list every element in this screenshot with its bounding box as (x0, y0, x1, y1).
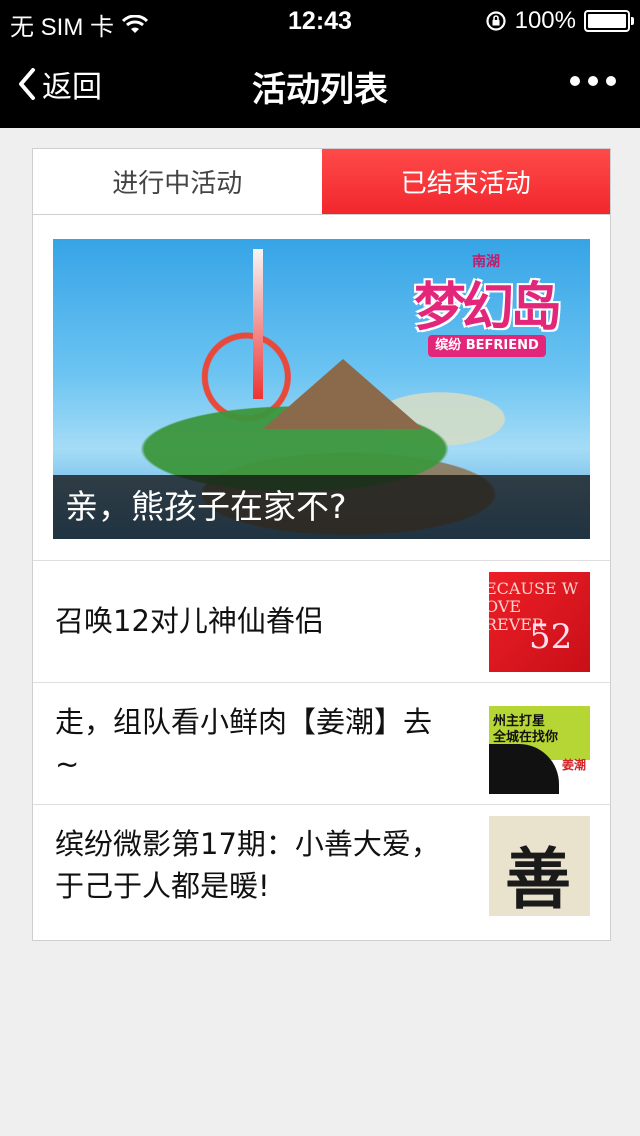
status-right: 100% (485, 7, 634, 35)
event-thumbnail: 州主打星 全城在找你 姜潮 (489, 694, 590, 794)
tab-bar: 进行中活动 已结束活动 (33, 149, 610, 215)
logo-main-text: 梦幻岛 (413, 278, 562, 338)
status-bar: 无 SIM 卡 12:43 100% (0, 0, 640, 41)
more-menu-button[interactable] (570, 76, 616, 86)
battery-percent: 100% (514, 7, 576, 34)
event-title: 缤纷微影第17期：小善大爱，于己于人都是暖! (55, 827, 440, 903)
dream-island-logo: 南湖 梦幻岛 缤纷 BEFRIEND (406, 249, 566, 359)
more-dots-icon (570, 76, 580, 86)
event-title: 召唤12对儿神仙眷侣 (55, 604, 324, 638)
event-row[interactable]: 缤纷微影第17期：小善大爱，于己于人都是暖! 善 (33, 804, 610, 925)
ride-tower-shape (253, 249, 263, 399)
event-row[interactable]: 召唤12对儿神仙眷侣 ECAUSE W OVE REVER 52 (33, 560, 610, 681)
pyramid-shape (263, 359, 423, 429)
tab-ended-events[interactable]: 已结束活动 (321, 149, 610, 214)
back-label: 返回 (42, 70, 102, 105)
event-row[interactable]: 走，组队看小鲜肉【姜潮】去~ 州主打星 全城在找你 姜潮 (33, 682, 610, 803)
event-title: 走，组队看小鲜肉【姜潮】去~ (55, 705, 433, 781)
event-list-panel: 进行中活动 已结束活动 南湖 梦幻岛 缤纷 BEFRIEND 亲，熊孩子在家不?… (32, 148, 611, 941)
tab-ongoing-events[interactable]: 进行中活动 (33, 149, 322, 214)
event-thumbnail: 善 (489, 816, 590, 916)
featured-event-caption: 亲，熊孩子在家不? (53, 475, 590, 539)
event-thumbnail: ECAUSE W OVE REVER 52 (489, 572, 590, 672)
rotation-lock-icon (486, 11, 506, 31)
calligraphy-character: 善 (505, 840, 571, 916)
logo-sub-text: 缤纷 BEFRIEND (428, 335, 546, 357)
chevron-left-icon (19, 68, 35, 100)
nav-bar: 返回 活动列表 (0, 40, 640, 128)
back-button[interactable]: 返回 (18, 62, 102, 106)
featured-event-banner[interactable]: 南湖 梦幻岛 缤纷 BEFRIEND 亲，熊孩子在家不? (53, 239, 590, 539)
battery-icon (584, 10, 634, 32)
